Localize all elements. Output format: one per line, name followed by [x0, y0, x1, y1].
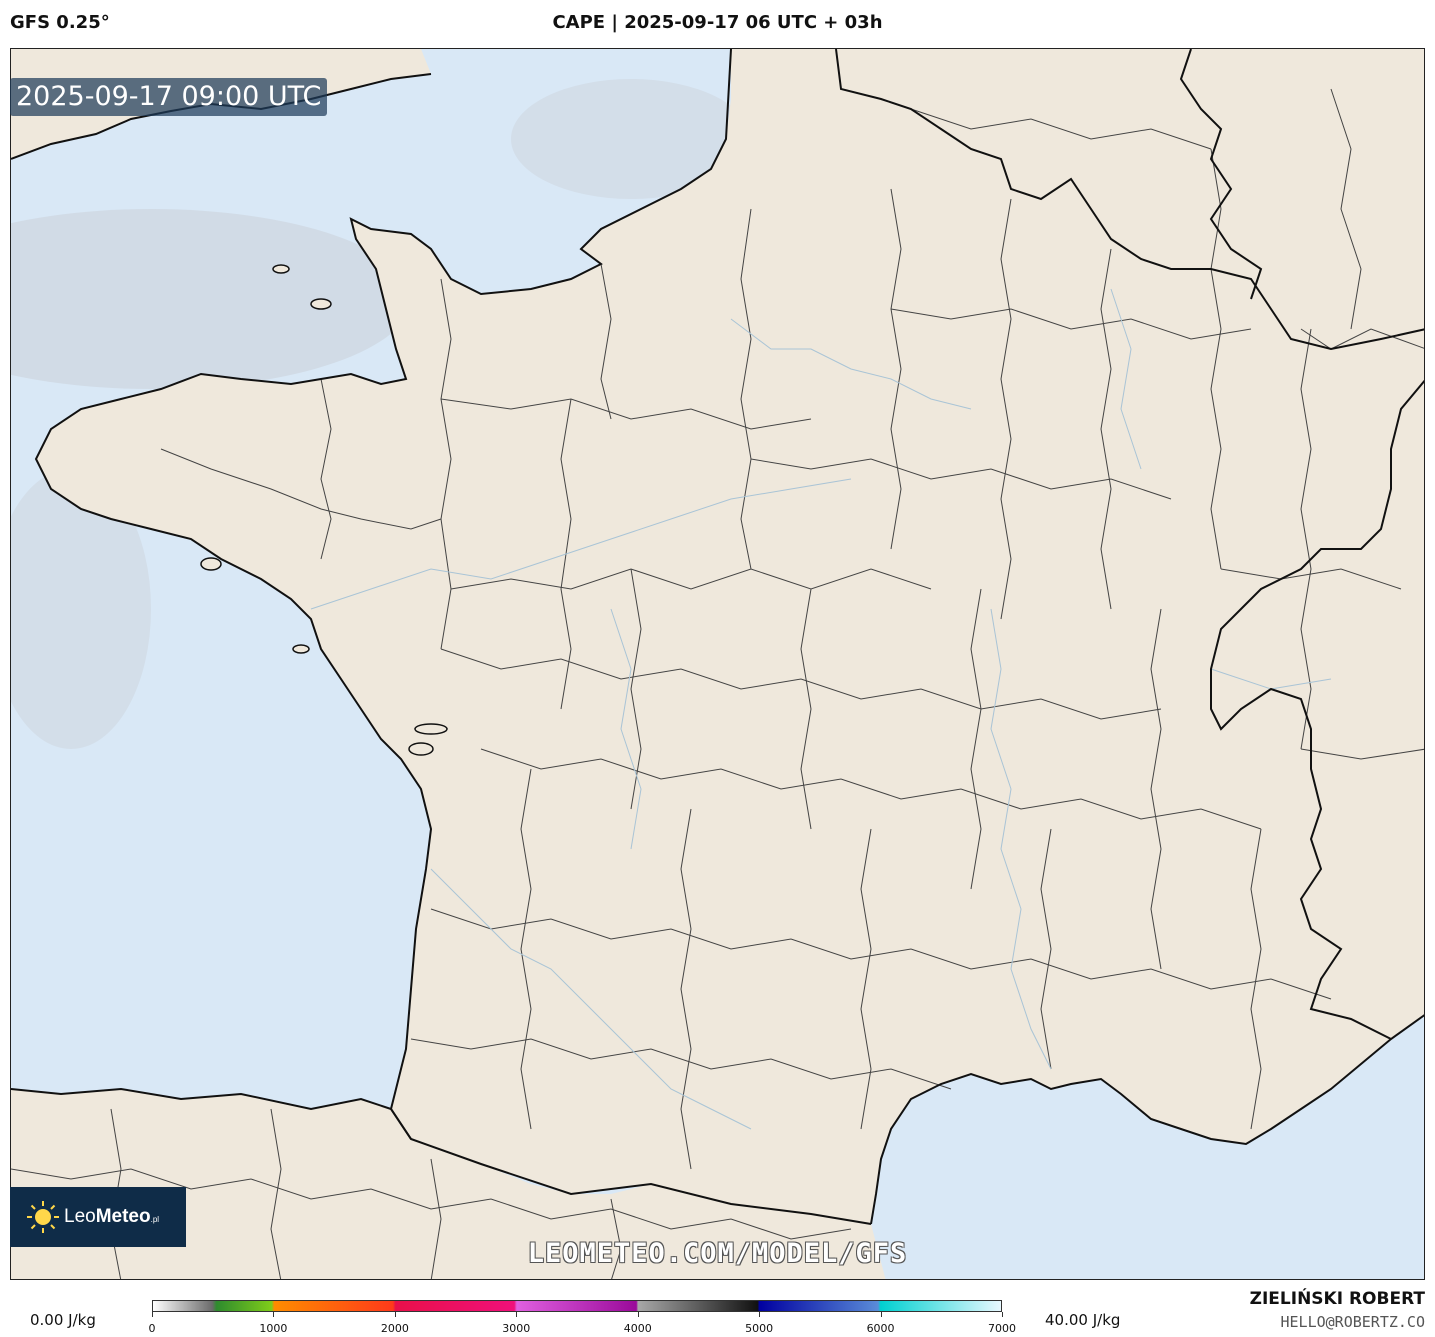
colorbar-tick-label: 3000: [502, 1322, 531, 1335]
colorbar-tick-mark: [637, 1312, 639, 1317]
brand-name: LeoMeteo.pl: [64, 1206, 160, 1227]
colorbar: [152, 1300, 1002, 1312]
colorbar-tick-mark: [152, 1312, 153, 1317]
colorbar-tick-label: 5000: [745, 1322, 774, 1335]
colorbar-tick-label: 4000: [623, 1322, 652, 1335]
author-name: ZIELIŃSKI ROBERT: [1249, 1289, 1425, 1309]
colorbar-tick-mark: [394, 1312, 396, 1317]
map-svg: [11, 49, 1424, 1279]
sun-icon: [27, 1201, 59, 1233]
chart-title: CAPE | 2025-09-17 06 UTC + 03h: [552, 12, 883, 33]
legend-min-label: 0.00 J/kg: [30, 1311, 96, 1329]
colorbar-tick-label: 0: [148, 1322, 156, 1335]
legend-max-label: 40.00 J/kg: [1045, 1311, 1121, 1329]
colorbar-tick-label: 7000: [988, 1322, 1016, 1335]
valid-time-label: 2025-09-17 09:00 UTC: [10, 78, 328, 116]
map-area: [10, 48, 1425, 1280]
source-watermark: LEOMETEO.COM/MODEL/GFS: [527, 1238, 908, 1269]
colorbar-tick-mark: [516, 1312, 518, 1317]
colorbar-tick-label: 2000: [380, 1322, 409, 1335]
colorbar-tick-mark: [759, 1312, 761, 1317]
colorbar-tick-label: 1000: [259, 1322, 288, 1335]
colorbar-tick-mark: [273, 1312, 275, 1317]
colorbar-tick-mark: [880, 1312, 882, 1317]
colorbar-tick-mark: [1002, 1312, 1003, 1317]
author-email: HELLO@ROBERTZ.CO: [1280, 1313, 1426, 1331]
colorbar-tick-label: 6000: [866, 1322, 895, 1335]
